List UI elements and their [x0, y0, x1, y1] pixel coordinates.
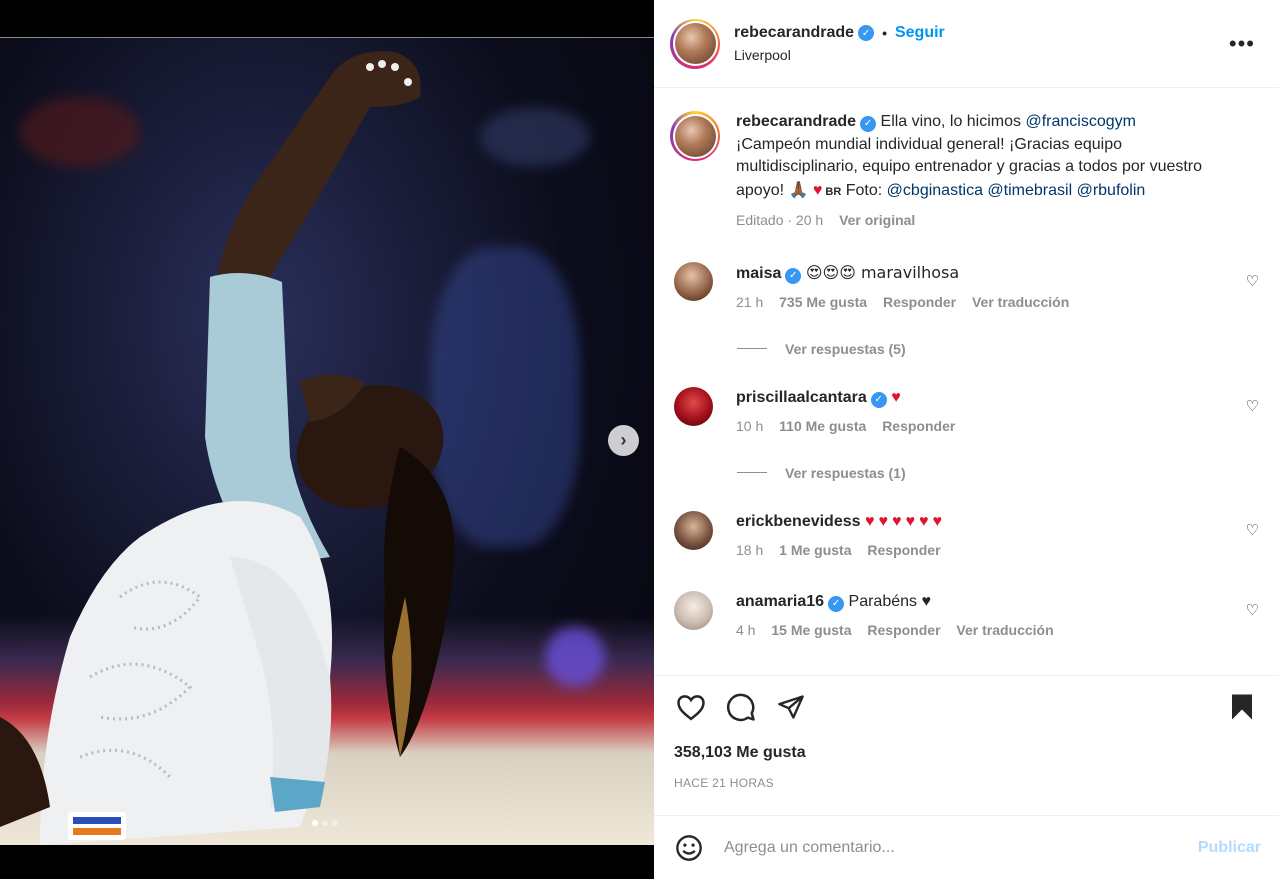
comment-text: Parabéns ♥ [848, 592, 931, 610]
post-time: HACE 21 HORAS [674, 776, 774, 790]
more-options-icon[interactable]: ••• [1229, 31, 1255, 57]
post-side-panel: rebecarandrade ✓ • Seguir Liverpool ••• … [654, 0, 1279, 879]
heart-icon[interactable] [674, 690, 708, 724]
verified-badge-icon: ✓ [858, 25, 875, 41]
gymnast-figure [0, 51, 455, 845]
translate-button[interactable]: Ver traducción [972, 294, 1069, 310]
comments-section[interactable]: rebecarandrade ✓ Ella vino, lo hicimos @f… [654, 89, 1279, 675]
reply-button[interactable]: Responder [883, 294, 956, 310]
follow-button[interactable]: Seguir [895, 24, 945, 42]
commenter-avatar[interactable] [674, 510, 713, 550]
post-header: rebecarandrade ✓ • Seguir Liverpool ••• [654, 0, 1279, 88]
comment-text: 😍😍😍 maravilhosa [805, 262, 960, 282]
reply-button[interactable]: Responder [867, 542, 940, 558]
reply-button[interactable]: Responder [867, 622, 940, 638]
translate-button[interactable]: Ver traducción [956, 622, 1053, 638]
carousel-indicator [312, 820, 338, 826]
comment-item: priscillaalcantara ✓ ♥ 10 h 110 Me gusta … [670, 386, 1263, 437]
carousel-next-button[interactable]: › [608, 425, 639, 456]
pray-emoji: 🙏🏾 [788, 179, 809, 199]
mention-link[interactable]: @franciscogym [1025, 113, 1136, 130]
verified-badge-icon: ✓ [828, 595, 845, 612]
emoji-icon[interactable] [672, 831, 706, 865]
instagram-post-modal: › rebecarandrade ✓ • Seguir Liverpool ••… [0, 0, 1279, 879]
comment-text: ♥♥♥♥♥♥ [864, 512, 946, 530]
publish-button[interactable]: Publicar [1198, 839, 1261, 857]
media-panel: › [0, 0, 654, 879]
author-username[interactable]: rebecarandrade [734, 24, 854, 42]
commenter-username[interactable]: priscillaalcantara [736, 389, 867, 406]
comment-like-heart-icon[interactable]: ♡ [1246, 521, 1259, 539]
share-icon[interactable] [774, 690, 808, 724]
brazil-flag: BR [822, 185, 842, 198]
comment-likes[interactable]: 735 Me gusta [779, 294, 867, 310]
comment-likes[interactable]: 110 Me gusta [779, 418, 866, 434]
commenter-username[interactable]: anamaria16 [736, 593, 824, 610]
post-caption: rebecarandrade ✓ Ella vino, lo hicimos @f… [670, 111, 1263, 232]
commenter-avatar[interactable] [674, 590, 713, 630]
caption-edited-time: Editado · 20 h [736, 212, 824, 228]
see-original-button[interactable]: Ver original [839, 212, 915, 228]
commenter-avatar[interactable] [674, 261, 713, 301]
comment-item: anamaria16 ✓ Parabéns ♥ 4 h 15 Me gusta R… [670, 590, 1263, 641]
post-location[interactable]: Liverpool [734, 47, 945, 63]
post-actions: 358,103 Me gusta HACE 21 HORAS [654, 675, 1279, 815]
comment-time: 18 h [736, 541, 764, 558]
reply-button[interactable]: Responder [882, 418, 955, 434]
comment-time: 21 h [736, 293, 764, 310]
comment-text: ♥ [891, 388, 901, 406]
comment-time: 4 h [736, 621, 756, 638]
comment-input[interactable] [724, 838, 1198, 857]
caption-part: Foto: [841, 181, 887, 199]
mention-link[interactable]: @rbufolin [1077, 182, 1146, 199]
view-replies-label: Ver respuestas (1) [785, 464, 906, 481]
carousel-dot [322, 820, 328, 826]
comment-like-heart-icon[interactable]: ♡ [1246, 397, 1259, 415]
caption-part: Ella vino, lo hicimos [880, 113, 1026, 130]
view-replies-button[interactable]: Ver respuestas (5) [737, 341, 1263, 357]
like-count[interactable]: 358,103 Me gusta [674, 744, 1259, 762]
caption-avatar[interactable] [670, 111, 720, 161]
comment-item: erickbenevidess ♥♥♥♥♥♥ 18 h 1 Me gusta R… [670, 510, 1263, 561]
verified-badge-icon: ✓ [870, 391, 887, 408]
comment-icon[interactable] [724, 690, 758, 724]
author-avatar[interactable] [670, 18, 720, 69]
separator: • [882, 25, 887, 41]
view-replies-button[interactable]: Ver respuestas (1) [737, 465, 1263, 481]
commenter-username[interactable]: erickbenevidess [736, 513, 861, 530]
chevron-right-icon: › [620, 430, 627, 450]
bookmark-icon[interactable] [1225, 690, 1259, 724]
comment-like-heart-icon[interactable]: ♡ [1246, 601, 1259, 619]
caption-username[interactable]: rebecarandrade [736, 113, 856, 130]
commenter-username[interactable]: maisa [736, 265, 781, 282]
view-replies-label: Ver respuestas (5) [785, 340, 906, 357]
verified-badge-icon: ✓ [785, 267, 802, 284]
heart-emoji: ♥ [812, 181, 823, 199]
comment-like-heart-icon[interactable]: ♡ [1246, 272, 1259, 290]
carousel-dot [332, 820, 338, 826]
mention-link[interactable]: @timebrasil [987, 182, 1072, 199]
comment-likes[interactable]: 15 Me gusta [771, 622, 851, 638]
commenter-avatar[interactable] [674, 386, 713, 426]
comment-time: 10 h [736, 417, 764, 434]
caption-text: rebecarandrade ✓ Ella vino, lo hicimos @f… [736, 111, 1206, 203]
carousel-dot [312, 820, 318, 826]
verified-badge-icon: ✓ [860, 116, 877, 133]
comment-item: maisa ✓ 😍😍😍 maravilhosa 21 h 735 Me gusta… [670, 261, 1263, 313]
comment-likes[interactable]: 1 Me gusta [779, 542, 851, 558]
mention-link[interactable]: @cbginastica [887, 182, 983, 199]
post-photo[interactable] [0, 37, 654, 845]
add-comment-bar: Publicar [654, 815, 1279, 879]
